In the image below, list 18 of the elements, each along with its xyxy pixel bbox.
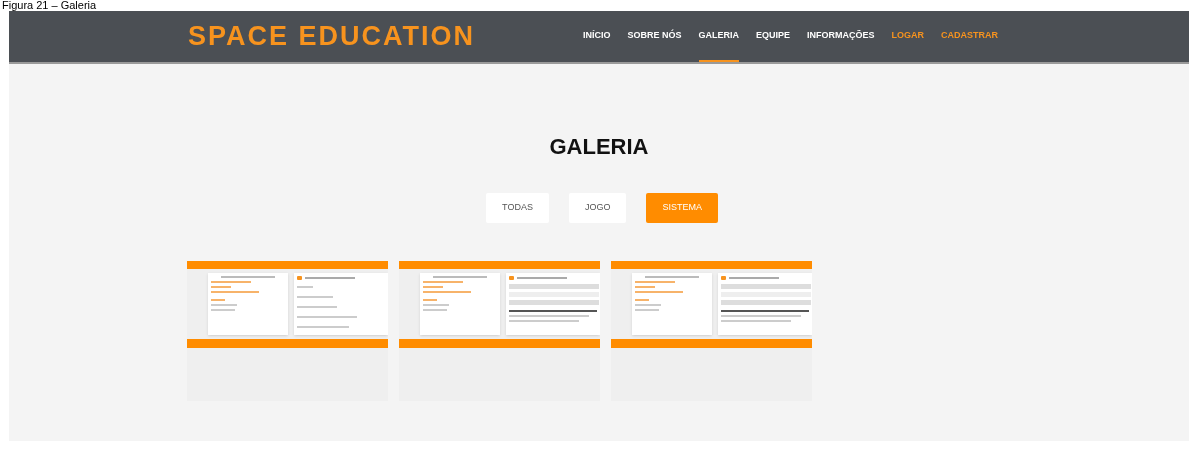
filter-button[interactable]: JOGO <box>568 193 627 223</box>
figure-caption: Figura 21 – Galeria <box>1 0 97 11</box>
nav-link[interactable]: SOBRE NÓS <box>627 11 682 62</box>
panel-icon <box>297 276 303 280</box>
filter-button[interactable]: TODAS <box>486 193 549 223</box>
nav-link[interactable]: CADASTRAR <box>941 11 999 62</box>
nav-link[interactable]: INFORMAÇÕES <box>807 11 875 62</box>
panel-icon <box>721 276 727 280</box>
panel-icon <box>509 276 515 280</box>
site-logo: SPACE EDUCATION <box>188 20 475 54</box>
nav-link[interactable]: GALERIA <box>698 11 740 62</box>
screenshot-thumbnail[interactable] <box>399 261 600 401</box>
screenshot-thumbnail[interactable] <box>611 261 812 401</box>
screenshot-thumbnail[interactable] <box>187 261 388 401</box>
nav-link[interactable]: LOGAR <box>891 11 925 62</box>
nav-link[interactable]: EQUIPE <box>756 11 791 62</box>
page-title: GALERIA <box>548 133 650 161</box>
nav-link[interactable]: INÍCIO <box>583 11 611 62</box>
